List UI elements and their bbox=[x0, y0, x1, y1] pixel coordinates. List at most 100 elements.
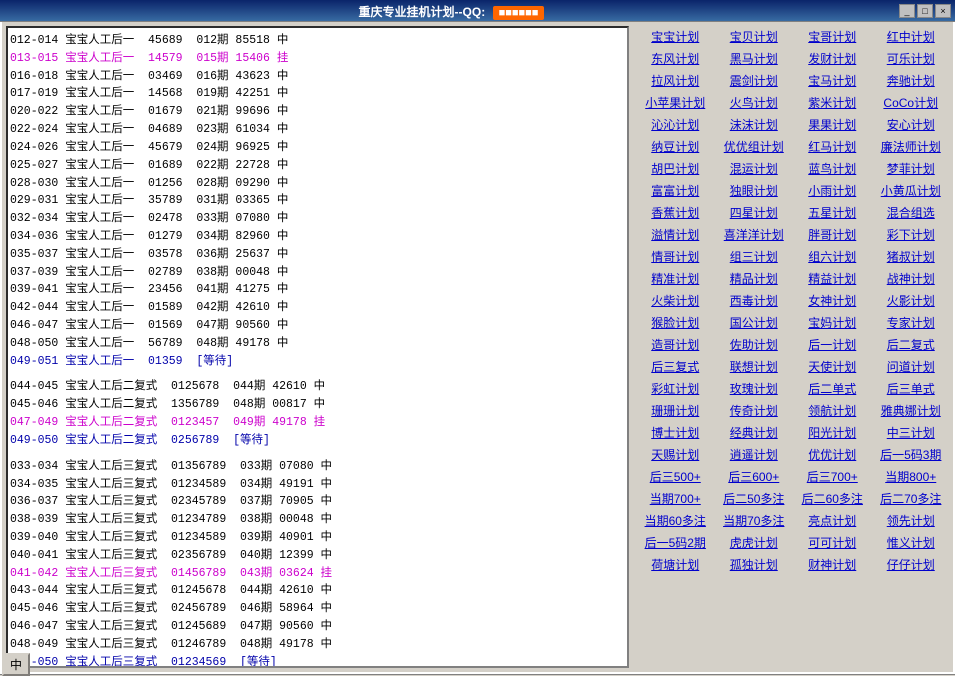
link-item[interactable]: 仔仔计划 bbox=[873, 554, 950, 575]
link-item[interactable]: CoCo计划 bbox=[873, 92, 950, 113]
link-item[interactable]: 博士计划 bbox=[637, 422, 714, 443]
link-item[interactable]: 佐助计划 bbox=[716, 334, 793, 355]
link-item[interactable]: 火影计划 bbox=[873, 290, 950, 311]
link-item[interactable]: 专家计划 bbox=[873, 312, 950, 333]
link-item[interactable]: 国公计划 bbox=[716, 312, 793, 333]
link-item[interactable]: 情哥计划 bbox=[637, 246, 714, 267]
link-item[interactable]: 后一计划 bbox=[794, 334, 871, 355]
link-item[interactable]: 战神计划 bbox=[873, 268, 950, 289]
link-item[interactable]: 沫沫计划 bbox=[716, 114, 793, 135]
link-item[interactable]: 后二50多注 bbox=[716, 488, 793, 509]
link-item[interactable]: 安心计划 bbox=[873, 114, 950, 135]
link-item[interactable]: 组六计划 bbox=[794, 246, 871, 267]
link-item[interactable]: 当期60多注 bbox=[637, 510, 714, 531]
link-item[interactable]: 香蕉计划 bbox=[637, 202, 714, 223]
link-item[interactable]: 发财计划 bbox=[794, 48, 871, 69]
link-item[interactable]: 胡巴计划 bbox=[637, 158, 714, 179]
minimize-button[interactable]: _ bbox=[899, 4, 915, 18]
link-item[interactable]: 后二单式 bbox=[794, 378, 871, 399]
link-item[interactable]: 喜洋洋计划 bbox=[716, 224, 793, 245]
link-item[interactable]: 紫米计划 bbox=[794, 92, 871, 113]
link-item[interactable]: 精品计划 bbox=[716, 268, 793, 289]
link-item[interactable]: 彩虹计划 bbox=[637, 378, 714, 399]
link-item[interactable]: 后二复式 bbox=[873, 334, 950, 355]
link-item[interactable]: 红中计划 bbox=[873, 26, 950, 47]
link-item[interactable]: 富富计划 bbox=[637, 180, 714, 201]
link-item[interactable]: 联想计划 bbox=[716, 356, 793, 377]
close-button[interactable]: × bbox=[935, 4, 951, 18]
link-item[interactable]: 宝贝计划 bbox=[716, 26, 793, 47]
link-item[interactable]: 经典计划 bbox=[716, 422, 793, 443]
link-item[interactable]: 梦菲计划 bbox=[873, 158, 950, 179]
link-item[interactable]: 问道计划 bbox=[873, 356, 950, 377]
link-item[interactable]: 玫瑰计划 bbox=[716, 378, 793, 399]
link-item[interactable]: 惟义计划 bbox=[873, 532, 950, 553]
link-item[interactable]: 后一5码2期 bbox=[637, 532, 714, 553]
link-item[interactable]: 后二70多注 bbox=[873, 488, 950, 509]
link-item[interactable]: 当期700+ bbox=[637, 488, 714, 509]
link-item[interactable]: 黑马计划 bbox=[716, 48, 793, 69]
link-item[interactable]: 当期70多注 bbox=[716, 510, 793, 531]
link-item[interactable]: 小雨计划 bbox=[794, 180, 871, 201]
link-item[interactable]: 沁沁计划 bbox=[637, 114, 714, 135]
link-item[interactable]: 中三计划 bbox=[873, 422, 950, 443]
link-item[interactable]: 纳豆计划 bbox=[637, 136, 714, 157]
link-item[interactable]: 奔驰计划 bbox=[873, 70, 950, 91]
link-item[interactable]: 阳光计划 bbox=[794, 422, 871, 443]
link-item[interactable]: 西毒计划 bbox=[716, 290, 793, 311]
link-item[interactable]: 领航计划 bbox=[794, 400, 871, 421]
link-item[interactable]: 优优组计划 bbox=[716, 136, 793, 157]
link-item[interactable]: 混运计划 bbox=[716, 158, 793, 179]
link-item[interactable]: 果果计划 bbox=[794, 114, 871, 135]
link-item[interactable]: 小黄瓜计划 bbox=[873, 180, 950, 201]
link-item[interactable]: 可可计划 bbox=[794, 532, 871, 553]
link-item[interactable]: 珊珊计划 bbox=[637, 400, 714, 421]
link-item[interactable]: 火柴计划 bbox=[637, 290, 714, 311]
link-item[interactable]: 震剑计划 bbox=[716, 70, 793, 91]
link-item[interactable]: 亮点计划 bbox=[794, 510, 871, 531]
link-item[interactable]: 宝妈计划 bbox=[794, 312, 871, 333]
link-item[interactable]: 宝宝计划 bbox=[637, 26, 714, 47]
link-item[interactable]: 后二60多注 bbox=[794, 488, 871, 509]
link-item[interactable]: 财神计划 bbox=[794, 554, 871, 575]
link-item[interactable]: 可乐计划 bbox=[873, 48, 950, 69]
link-item[interactable]: 精准计划 bbox=[637, 268, 714, 289]
link-item[interactable]: 后三700+ bbox=[794, 466, 871, 487]
link-item[interactable]: 小苹果计划 bbox=[637, 92, 714, 113]
link-item[interactable]: 领先计划 bbox=[873, 510, 950, 531]
link-item[interactable]: 独眼计划 bbox=[716, 180, 793, 201]
link-item[interactable]: 胖哥计划 bbox=[794, 224, 871, 245]
link-item[interactable]: 女神计划 bbox=[794, 290, 871, 311]
link-item[interactable]: 彩下计划 bbox=[873, 224, 950, 245]
link-item[interactable]: 荷塘计划 bbox=[637, 554, 714, 575]
link-item[interactable]: 后三单式 bbox=[873, 378, 950, 399]
link-item[interactable]: 后三600+ bbox=[716, 466, 793, 487]
link-item[interactable]: 宝马计划 bbox=[794, 70, 871, 91]
link-item[interactable]: 当期800+ bbox=[873, 466, 950, 487]
link-item[interactable]: 拉风计划 bbox=[637, 70, 714, 91]
link-item[interactable]: 后三复式 bbox=[637, 356, 714, 377]
link-item[interactable]: 孤独计划 bbox=[716, 554, 793, 575]
link-item[interactable]: 精益计划 bbox=[794, 268, 871, 289]
link-item[interactable]: 东风计划 bbox=[637, 48, 714, 69]
link-item[interactable]: 组三计划 bbox=[716, 246, 793, 267]
link-item[interactable]: 混合组选 bbox=[873, 202, 950, 223]
link-item[interactable]: 猪叔计划 bbox=[873, 246, 950, 267]
link-item[interactable]: 传奇计划 bbox=[716, 400, 793, 421]
link-item[interactable]: 溢情计划 bbox=[637, 224, 714, 245]
maximize-button[interactable]: □ bbox=[917, 4, 933, 18]
link-item[interactable]: 猴脸计划 bbox=[637, 312, 714, 333]
link-item[interactable]: 红马计划 bbox=[794, 136, 871, 157]
link-item[interactable]: 五星计划 bbox=[794, 202, 871, 223]
link-item[interactable]: 天赐计划 bbox=[637, 444, 714, 465]
link-item[interactable]: 雅典娜计划 bbox=[873, 400, 950, 421]
link-item[interactable]: 后三500+ bbox=[637, 466, 714, 487]
link-item[interactable]: 虎虎计划 bbox=[716, 532, 793, 553]
status-button[interactable]: 中 bbox=[2, 653, 30, 676]
link-item[interactable]: 逍遥计划 bbox=[716, 444, 793, 465]
link-item[interactable]: 蓝鸟计划 bbox=[794, 158, 871, 179]
link-item[interactable]: 廉法师计划 bbox=[873, 136, 950, 157]
link-item[interactable]: 宝哥计划 bbox=[794, 26, 871, 47]
content-list[interactable]: 012-014 宝宝人工后一 45689 012期 85518 中013-015… bbox=[8, 28, 627, 666]
link-item[interactable]: 优优计划 bbox=[794, 444, 871, 465]
